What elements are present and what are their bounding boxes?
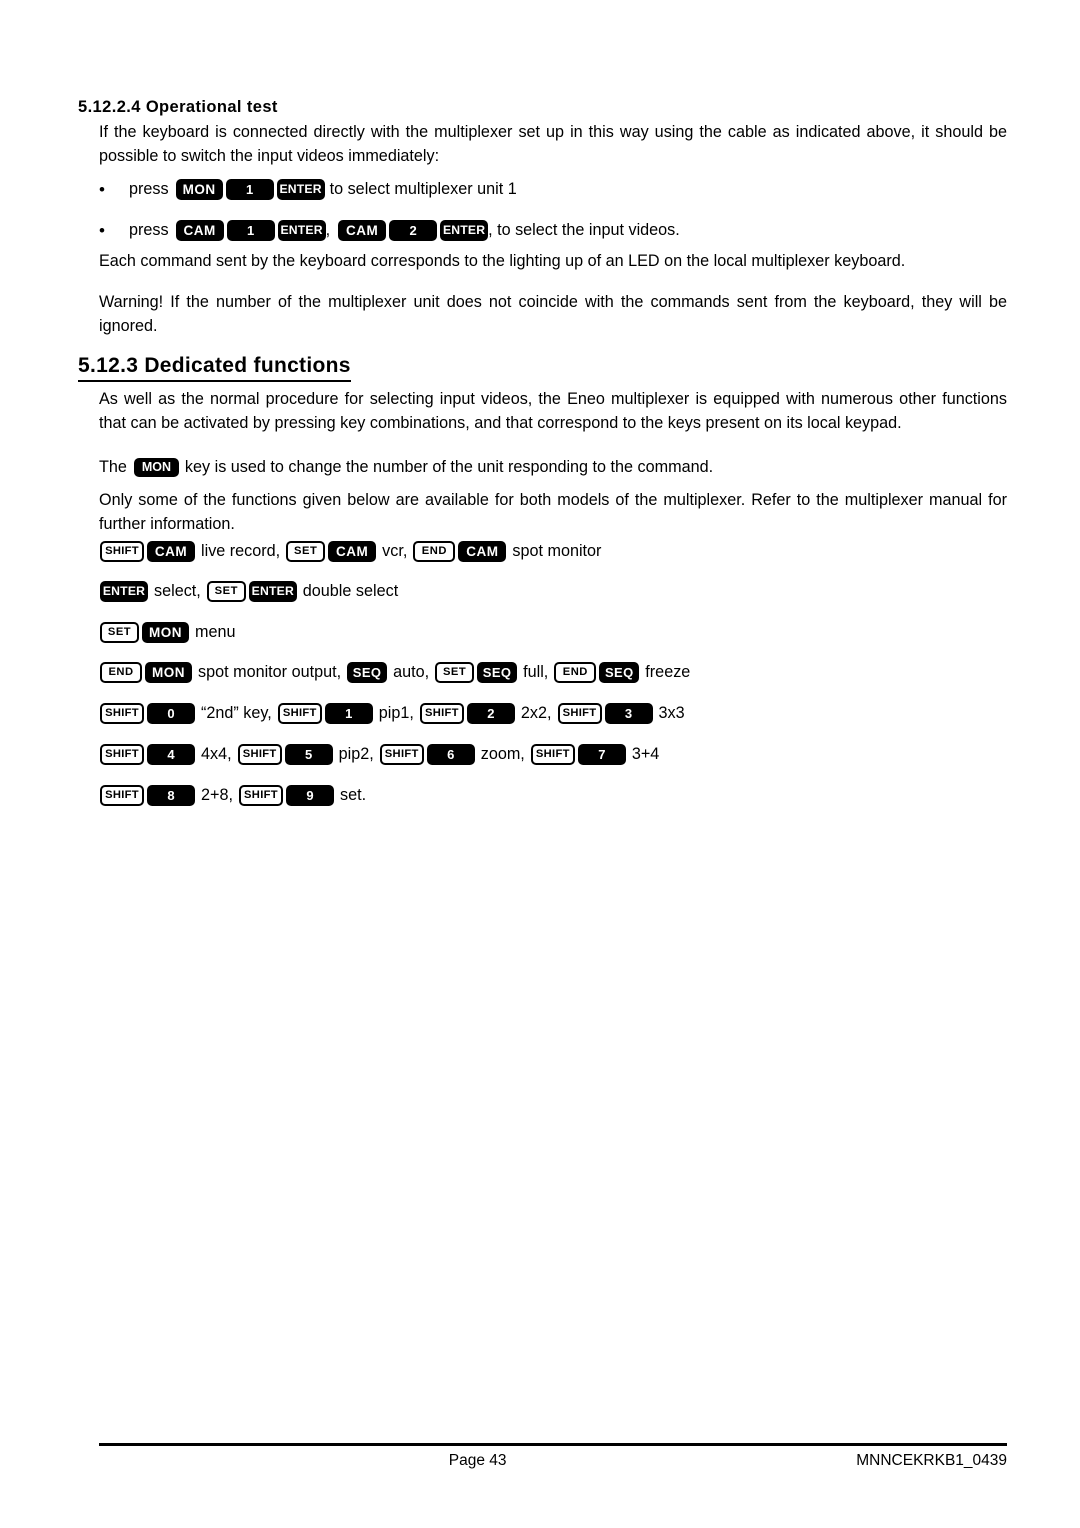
key-6[interactable]: 6 [426,744,475,765]
function-label-select: select, [154,582,201,600]
mon-sentence-suffix: key is used to change the number of the … [184,458,714,476]
function-row-3: SET MON menu [100,622,242,643]
footer-document-code: MNNCEKRKB1_0439 [856,1452,1008,1469]
warning-paragraph: Warning! If the number of the multiplexe… [99,293,1007,335]
function-label-vcr: vcr, [382,542,408,560]
key-enter[interactable]: ENTER [277,220,326,241]
key-cam[interactable]: CAM [328,541,377,562]
function-label-2x2: 2x2, [520,704,552,722]
key-shift[interactable]: SHIFT [100,541,144,562]
function-row-2: ENTER select, SET ENTER double select [100,581,404,602]
key-cam[interactable]: CAM [175,220,224,241]
bullet-label: press [129,221,169,239]
bullet-marker: • [99,221,105,240]
function-row-4: END MON spot monitor output, SEQ auto, SE… [100,662,696,683]
function-label-4x4: 4x4, [201,745,232,763]
key-group-separator: , [325,221,331,239]
key-shift[interactable]: SHIFT [100,703,144,724]
document-page: 5.12.2.4 Operational test If the keyboar… [0,0,1080,1528]
function-label-second-key: “2nd” key, [201,704,272,722]
mon-key-sentence: The MON key is used to change the number… [99,458,719,477]
section-heading: 5.12.3 Dedicated functions [78,354,351,382]
function-label-zoom: zoom, [480,745,525,763]
function-label-freeze: freeze [645,663,691,681]
key-mon[interactable]: MON [133,458,179,477]
function-label-3x3: 3x3 [658,704,685,722]
key-shift[interactable]: SHIFT [557,703,602,724]
key-set[interactable]: SET [435,662,475,683]
key-2[interactable]: 2 [389,220,438,241]
key-shift[interactable]: SHIFT [237,744,282,765]
bullet-label: press [129,180,169,198]
key-enter[interactable]: ENTER [248,581,297,602]
key-8[interactable]: 8 [147,785,195,806]
key-1[interactable]: 1 [324,703,373,724]
function-row-7: SHIFT 8 2+8, SHIFT 9 set. [100,785,372,806]
function-label-pip2: pip2, [338,745,374,763]
key-cam[interactable]: CAM [458,541,507,562]
bullet-marker: • [99,180,105,199]
function-label-menu: menu [195,623,236,641]
function-label-pip1: pip1, [378,704,414,722]
function-label-spot-monitor: spot monitor [512,542,602,560]
function-row-6: SHIFT 4 4x4, SHIFT 5 pip2, SHIFT 6 zoom, SH… [100,744,665,765]
dedicated-functions-paragraph: As well as the normal procedure for sele… [99,390,1007,432]
footer-divider [99,1443,1007,1446]
list-item: • press CAM 1 ENTER , CAM 2 ENTER , to selec… [99,219,680,242]
key-4[interactable]: 4 [147,744,195,765]
key-set[interactable]: SET [206,581,246,602]
function-label-3plus4: 3+4 [631,745,660,763]
key-cam[interactable]: CAM [338,220,387,241]
key-mon[interactable]: MON [142,622,189,643]
key-shift[interactable]: SHIFT [419,703,464,724]
function-label-set: set. [339,786,367,804]
function-label-live-record: live record, [201,542,281,560]
function-label-double-select: double select [302,582,399,600]
key-1[interactable]: 1 [226,220,275,241]
key-1[interactable]: 1 [225,179,274,200]
key-0[interactable]: 0 [147,703,195,724]
mon-sentence-prefix: The [99,458,127,476]
key-3[interactable]: 3 [604,703,653,724]
bullet-trailing-text: to select multiplexer unit 1 [329,180,517,198]
key-set[interactable]: SET [100,622,139,643]
availability-paragraph: Only some of the functions given below a… [99,491,1007,533]
function-label-full: full, [523,663,549,681]
key-seq[interactable]: SEQ [347,662,388,683]
key-2[interactable]: 2 [466,703,515,724]
key-enter[interactable]: ENTER [100,581,148,602]
key-mon[interactable]: MON [145,662,192,683]
key-mon[interactable]: MON [175,179,223,200]
subsection-heading: 5.12.2.4 Operational test [78,98,278,116]
key-enter[interactable]: ENTER [440,220,489,241]
key-5[interactable]: 5 [284,744,333,765]
key-shift[interactable]: SHIFT [379,744,424,765]
key-shift[interactable]: SHIFT [100,744,144,765]
key-seq[interactable]: SEQ [599,662,640,683]
intro-paragraph: If the keyboard is connected directly wi… [99,123,1007,165]
key-end[interactable]: END [413,541,456,562]
key-shift[interactable]: SHIFT [238,785,283,806]
key-end[interactable]: END [554,662,597,683]
led-paragraph: Each command sent by the keyboard corres… [99,252,906,270]
key-cam[interactable]: CAM [147,541,195,562]
key-7[interactable]: 7 [577,744,626,765]
function-label-2plus8: 2+8, [201,786,233,804]
function-label-spot-monitor-output: spot monitor output, [198,663,342,681]
bullet-trailing-text: , to select the input videos. [488,221,680,239]
key-enter[interactable]: ENTER [276,179,325,200]
key-set[interactable]: SET [286,541,326,562]
function-row-1: SHIFT CAM live record, SET CAM vcr, END CAM… [100,541,607,562]
key-shift[interactable]: SHIFT [100,785,144,806]
footer-page-number: Page 43 [448,1452,507,1469]
function-label-auto: auto, [393,663,430,681]
key-end[interactable]: END [100,662,142,683]
key-seq[interactable]: SEQ [477,662,518,683]
page-footer: Page 43 MNNCEKRKB1_0439 [99,1452,1007,1470]
key-shift[interactable]: SHIFT [530,744,575,765]
function-row-5: SHIFT 0 “2nd” key, SHIFT 1 pip1, SHIFT 2 2x… [100,703,691,724]
list-item: • press MON 1 ENTER to select multiplexer … [99,178,517,201]
key-shift[interactable]: SHIFT [277,703,322,724]
key-9[interactable]: 9 [285,785,334,806]
